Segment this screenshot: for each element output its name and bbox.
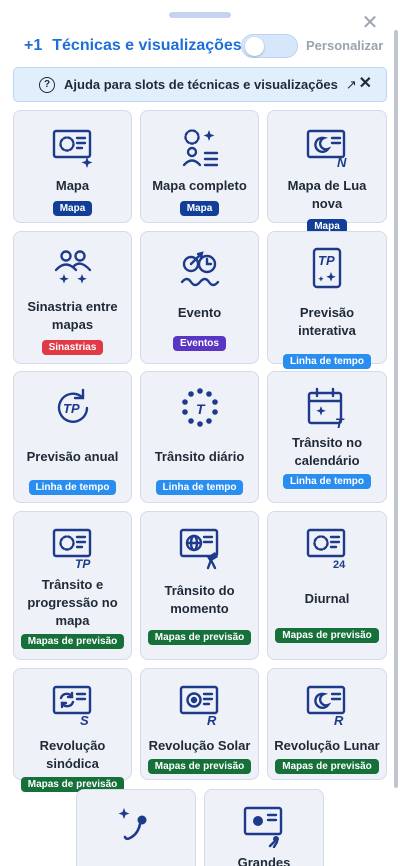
svg-text:S: S <box>80 713 89 727</box>
card-revolucao-solar[interactable]: R Revolução Solar Mapas de previsão <box>140 668 259 780</box>
card-revolucao-sinodica[interactable]: S Revolução sinódica Mapas de previsão <box>13 668 132 792</box>
category-badge: Mapas de previsão <box>147 630 252 645</box>
lunar-return-icon: R <box>305 683 349 727</box>
category-badge: Linha de tempo <box>28 480 117 495</box>
synastry-icon <box>51 246 95 290</box>
card-previsao-interativa[interactable]: TP Previsão interativa Linha de tempo <box>267 231 387 369</box>
help-close-icon[interactable]: ✕ <box>359 76 372 92</box>
natal-chart-icon <box>51 125 95 169</box>
card-label: Previsão interativa <box>298 305 356 338</box>
category-badge: Linha de tempo <box>283 354 371 369</box>
help-text: Ajuda para slots de técnicas e visualiza… <box>64 77 338 92</box>
card-comet[interactable] <box>76 789 196 866</box>
category-badge: Mapas de previsão <box>147 759 252 774</box>
card-label: Grandes <box>237 855 291 866</box>
annual-tp-icon: TP <box>51 386 95 430</box>
card-diurnal[interactable]: 24 Diurnal Mapas de previsão <box>267 511 387 660</box>
sheet-title: Técnicas e visualizações <box>52 37 242 54</box>
card-label: Trânsito diário <box>154 449 245 464</box>
card-previsao-anual[interactable]: TP Previsão anual Linha de tempo <box>13 371 132 503</box>
calendar-transit-icon: T <box>305 386 349 430</box>
card-mapa-lua-nova[interactable]: N Mapa de Lua nova Mapa <box>267 110 387 234</box>
category-badge: Linha de tempo <box>155 480 244 495</box>
toggle-knob <box>245 37 264 56</box>
card-label: Mapa completo <box>152 178 247 193</box>
new-moon-chart-icon: N <box>305 125 349 169</box>
category-badge: Mapas de previsão <box>275 628 379 643</box>
card-grandes[interactable]: Grandes <box>204 789 324 866</box>
daily-transit-icon: T <box>178 386 222 430</box>
tp-card-icon: TP <box>305 246 349 290</box>
sheet-header: +1 Técnicas e visualizações <box>24 34 242 58</box>
card-label: Mapa de Lua nova <box>287 178 367 211</box>
card-label: Trânsito no calendário <box>291 435 363 468</box>
svg-text:TP: TP <box>318 253 335 268</box>
svg-text:N: N <box>337 155 347 169</box>
card-label: Revolução Solar <box>148 738 251 753</box>
category-badge: Mapas de previsão <box>275 759 379 774</box>
card-evento[interactable]: Evento Eventos <box>140 231 259 364</box>
category-badge: Mapas de previsão <box>20 634 125 649</box>
card-transito-calendario[interactable]: T Trânsito no calendário Linha de tempo <box>267 371 387 503</box>
svg-text:T: T <box>335 415 345 430</box>
card-label: Trânsito do momento <box>164 583 235 616</box>
card-sinastria[interactable]: Sinastria entre mapas Sinastrias <box>13 231 132 364</box>
svg-text:T: T <box>196 401 206 417</box>
customize-label: Personalizar <box>306 38 384 53</box>
scrollbar[interactable] <box>394 30 398 788</box>
card-label: Previsão anual <box>26 449 119 464</box>
card-mapa[interactable]: Mapa Mapa <box>13 110 132 223</box>
tp-chart-icon: TP <box>51 526 95 570</box>
comet-icon <box>114 804 158 848</box>
great-conjunction-icon <box>242 804 286 848</box>
event-icon <box>178 246 222 290</box>
slot-count: +1 <box>24 37 43 54</box>
full-chart-icon <box>178 125 222 169</box>
external-link-icon: ↗ <box>345 76 357 92</box>
category-badge: Eventos <box>173 336 226 351</box>
category-badge: Mapa <box>179 201 220 216</box>
diurnal-icon: 24 <box>305 526 349 570</box>
card-label: Revolução Lunar <box>274 738 380 753</box>
category-badge: Linha de tempo <box>283 474 371 489</box>
card-label: Mapa <box>55 178 90 193</box>
card-label: Trânsito e progressão no mapa <box>27 577 118 628</box>
svg-text:TP: TP <box>63 401 80 416</box>
solar-return-icon: R <box>178 683 222 727</box>
card-mapa-completo[interactable]: Mapa completo Mapa <box>140 110 259 223</box>
svg-text:R: R <box>207 713 217 727</box>
category-badge: Sinastrias <box>41 340 104 355</box>
drag-handle[interactable] <box>169 12 231 18</box>
close-icon[interactable]: ✕ <box>360 13 380 33</box>
card-label: Diurnal <box>304 591 350 606</box>
help-icon: ? <box>39 76 55 93</box>
card-label: Evento <box>177 305 222 320</box>
svg-text:R: R <box>334 713 344 727</box>
category-badge: Mapa <box>52 201 93 216</box>
help-banner[interactable]: ? Ajuda para slots de técnicas e visuali… <box>13 67 387 102</box>
synodic-return-icon: S <box>51 683 95 727</box>
globe-chart-icon <box>178 526 222 570</box>
card-label: Sinastria entre mapas <box>27 299 118 332</box>
svg-text:24: 24 <box>333 559 346 570</box>
customize-toggle[interactable] <box>241 34 298 58</box>
card-label: Revolução sinódica <box>39 738 106 771</box>
svg-text:TP: TP <box>75 557 91 570</box>
card-transito-diario[interactable]: T Trânsito diário Linha de tempo <box>140 371 259 503</box>
card-transito-momento[interactable]: Trânsito do momento Mapas de previsão <box>140 511 259 660</box>
card-revolucao-lunar[interactable]: R Revolução Lunar Mapas de previsão <box>267 668 387 780</box>
card-transito-progressao[interactable]: TP Trânsito e progressão no mapa Mapas d… <box>13 511 132 660</box>
techniques-sheet: ✕ +1 Técnicas e visualizações Personaliz… <box>0 0 400 866</box>
